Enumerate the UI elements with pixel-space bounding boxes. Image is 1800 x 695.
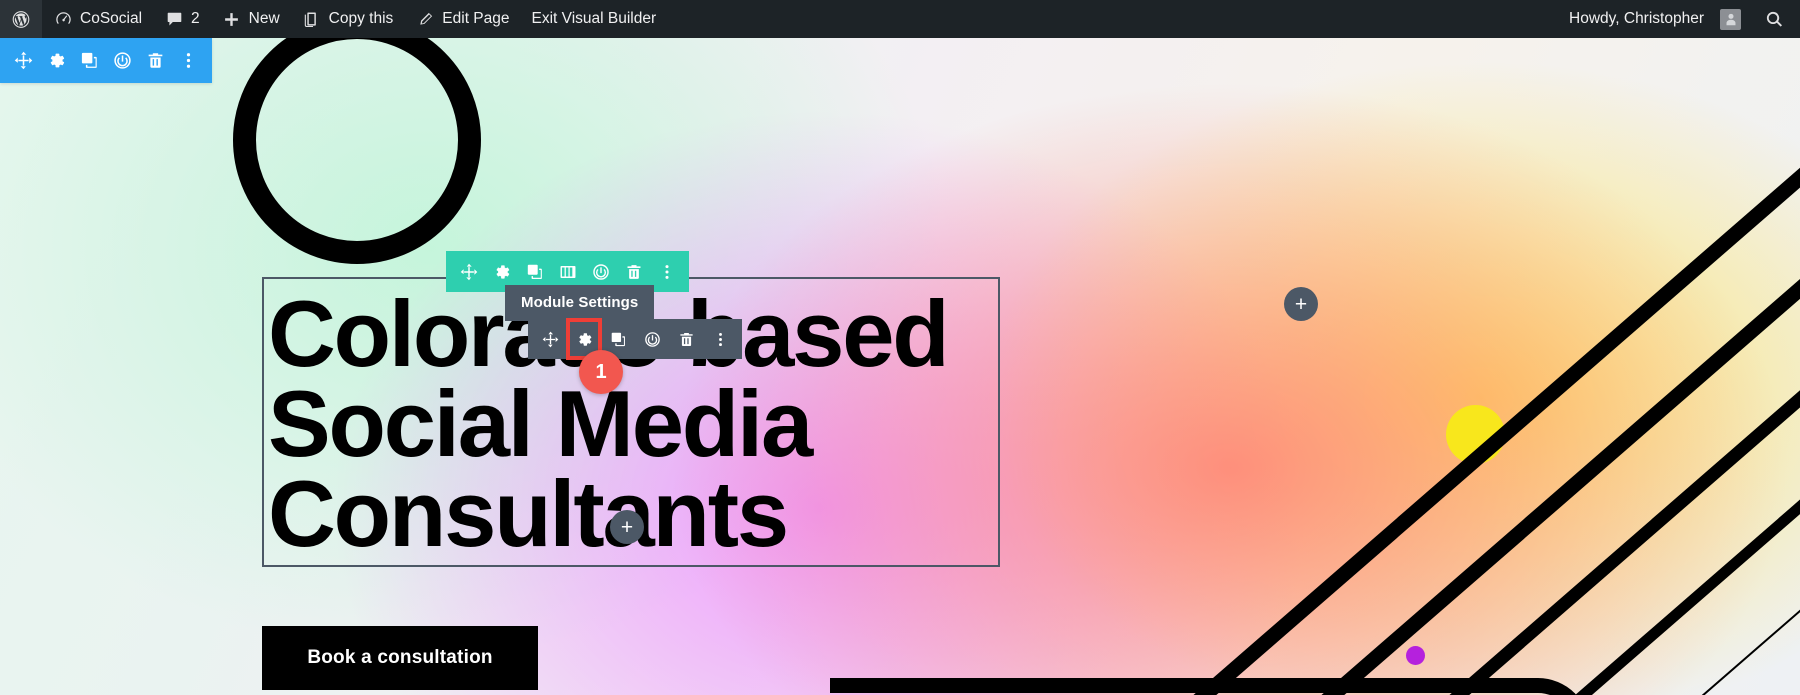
new-content-button[interactable]: New — [211, 0, 291, 38]
exit-visual-builder-label: Exit Visual Builder — [531, 10, 657, 27]
search-icon — [1764, 9, 1784, 29]
dashboard-icon — [53, 9, 73, 29]
module-settings-tooltip: Module Settings — [505, 285, 655, 321]
row-move-button[interactable] — [452, 251, 485, 292]
wordpress-logo-button[interactable] — [0, 0, 42, 38]
admin-bar-right-group: Howdy, Christopher — [1558, 0, 1800, 38]
comment-bubble-icon — [164, 9, 184, 29]
copy-this-button[interactable]: Copy this — [291, 0, 405, 38]
section-disable-button[interactable] — [106, 38, 139, 83]
comments-button[interactable]: 2 — [153, 0, 211, 38]
new-content-label: New — [248, 10, 280, 27]
plus-icon: + — [620, 515, 634, 539]
user-avatar-icon — [1720, 8, 1741, 30]
module-disable-button[interactable] — [635, 319, 669, 359]
headline-line-2: Social Media — [268, 371, 813, 477]
pencil-icon — [415, 9, 435, 29]
module-toolbar — [528, 318, 742, 360]
site-name-label: CoSocial — [80, 10, 143, 27]
edit-page-label: Edit Page — [442, 10, 510, 27]
module-more-options-button[interactable] — [703, 319, 737, 359]
row-more-options-button[interactable] — [650, 251, 683, 292]
plus-icon: + — [1294, 292, 1308, 316]
section-move-button[interactable] — [7, 38, 40, 83]
add-module-button[interactable]: + — [610, 510, 644, 544]
wordpress-logo-icon — [11, 9, 31, 29]
decorative-pipe — [830, 678, 1590, 695]
admin-search-button[interactable] — [1752, 0, 1800, 38]
site-name-button[interactable]: CoSocial — [42, 0, 153, 38]
step-badge: 1 — [579, 350, 623, 394]
admin-bar-left-group: CoSocial 2 New Copy this Edit Page Exit … — [0, 0, 667, 38]
comments-count: 2 — [191, 10, 200, 27]
edit-page-button[interactable]: Edit Page — [404, 0, 520, 38]
section-more-options-button[interactable] — [172, 38, 205, 83]
decorative-ring — [233, 38, 481, 264]
page-canvas: Colorado based Social Media Consultants … — [0, 38, 1800, 695]
section-delete-button[interactable] — [139, 38, 172, 83]
add-row-button[interactable]: + — [1284, 287, 1318, 321]
my-account-button[interactable]: Howdy, Christopher — [1558, 0, 1752, 38]
copy-icon — [302, 9, 322, 29]
module-delete-button[interactable] — [669, 319, 703, 359]
wp-admin-bar: CoSocial 2 New Copy this Edit Page Exit … — [0, 0, 1800, 38]
module-move-button[interactable] — [533, 319, 567, 359]
book-consultation-button[interactable]: Book a consultation — [262, 626, 538, 690]
section-duplicate-button[interactable] — [73, 38, 106, 83]
decorative-stripe-1 — [1190, 107, 1800, 695]
plus-icon — [222, 9, 242, 29]
exit-visual-builder-button[interactable]: Exit Visual Builder — [521, 0, 668, 38]
section-settings-button[interactable] — [40, 38, 73, 83]
howdy-label: Howdy, Christopher — [1569, 10, 1704, 27]
decorative-purple-dot — [1406, 646, 1425, 665]
copy-this-label: Copy this — [328, 10, 394, 27]
section-toolbar — [0, 38, 212, 83]
